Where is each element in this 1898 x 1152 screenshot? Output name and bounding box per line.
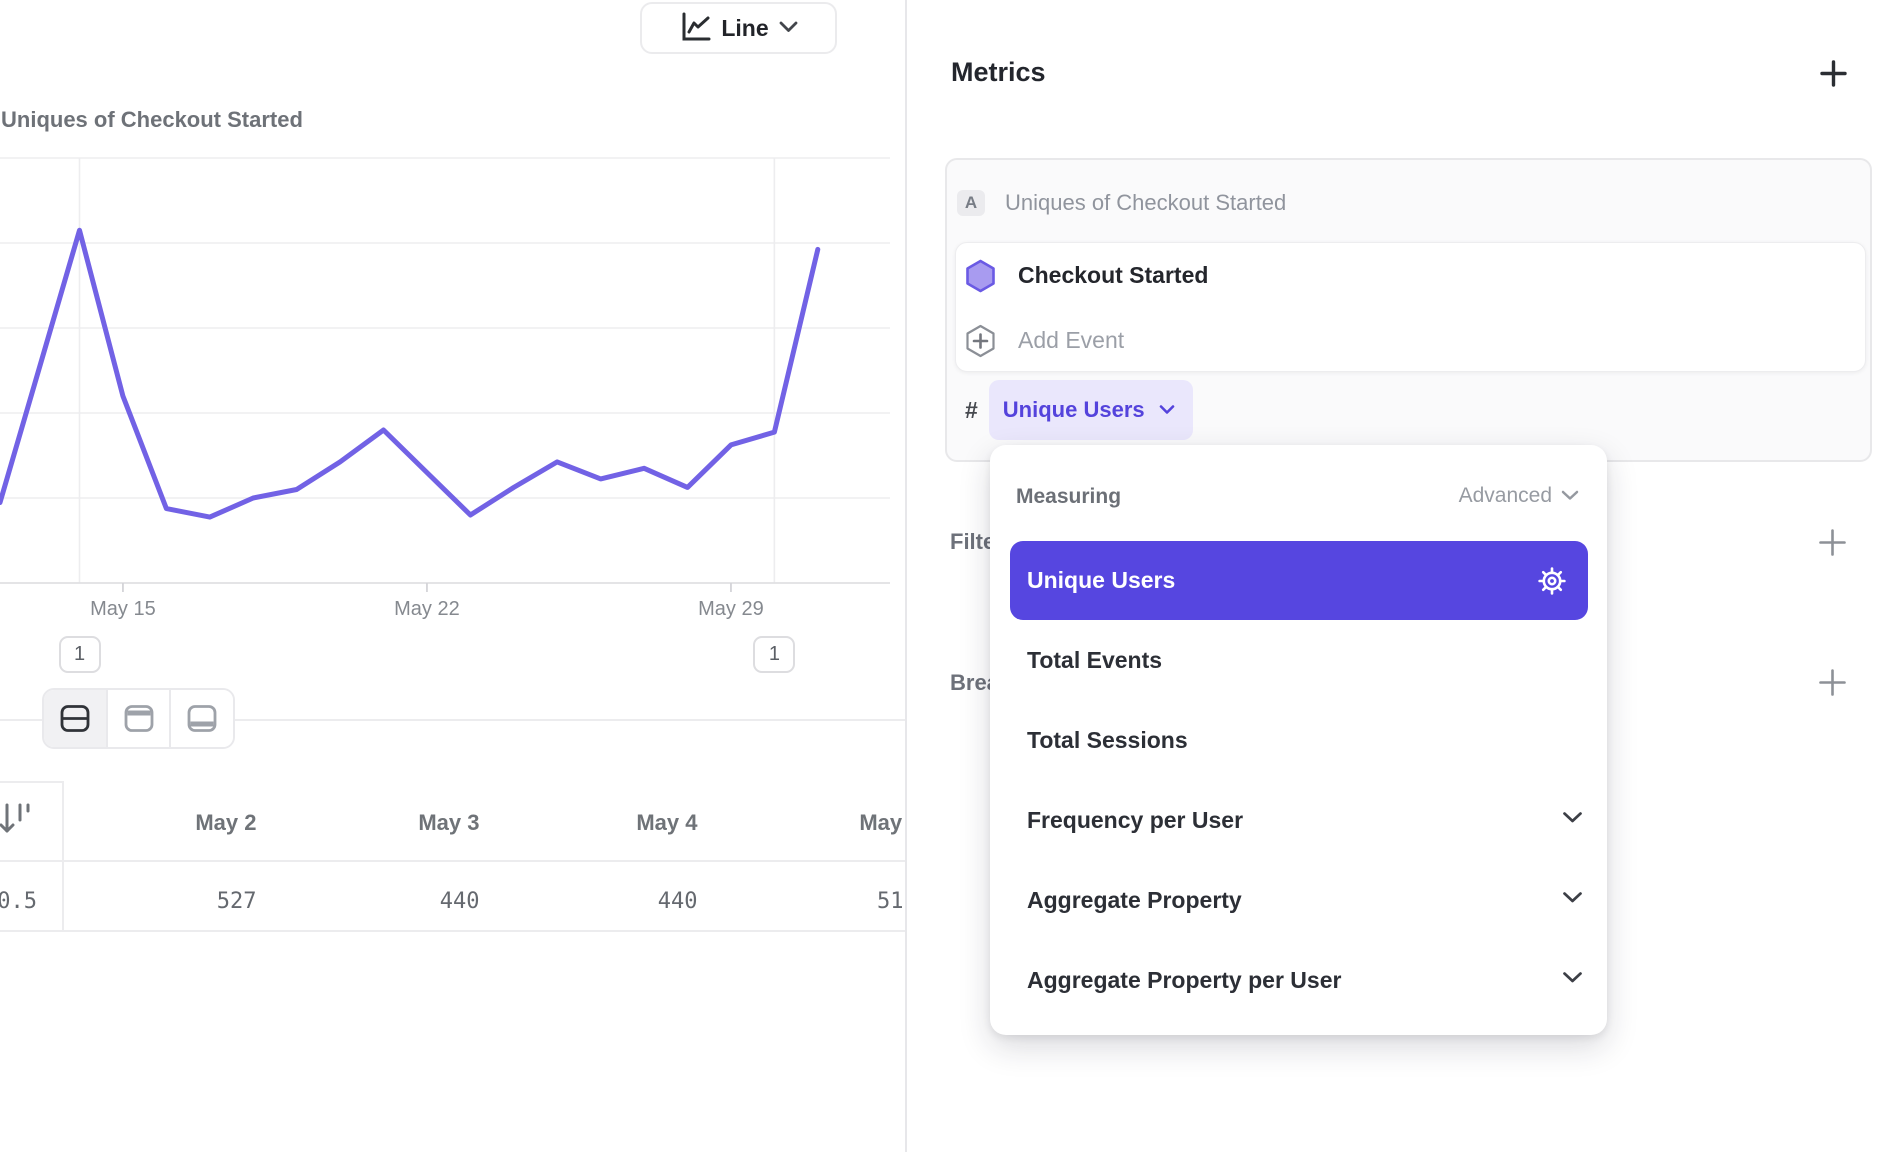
metric-header-row: A Uniques of Checkout Started <box>957 190 1286 216</box>
measure-selector-chip[interactable]: Unique Users <box>989 380 1193 440</box>
table-border <box>0 781 62 783</box>
measure-type-symbol: # <box>965 397 978 424</box>
event-name: Checkout Started <box>1018 262 1208 289</box>
menu-item-label: Unique Users <box>1027 567 1175 594</box>
metric-name: Uniques of Checkout Started <box>1005 190 1286 216</box>
gear-icon[interactable] <box>1534 563 1570 604</box>
layout-toggle-group <box>42 688 235 749</box>
event-hexagon-icon <box>965 259 1018 293</box>
table-row-border <box>0 930 905 932</box>
table-header-border <box>0 860 905 862</box>
chevron-down-icon <box>1562 811 1583 829</box>
menu-item-label: Total Events <box>1027 647 1162 674</box>
metrics-section-title: Metrics <box>951 57 1046 88</box>
annotation-badge[interactable]: 1 <box>753 636 795 673</box>
table-header-cell: May 2 <box>57 810 257 836</box>
add-event-hexagon-icon <box>965 324 1018 358</box>
measure-row: # Unique Users <box>965 380 1193 440</box>
menu-item-total-events[interactable]: Total Events <box>990 620 1607 700</box>
x-axis-tick-label: May 29 <box>686 598 776 621</box>
menu-item-frequency-per-user[interactable]: Frequency per User <box>990 780 1607 860</box>
table-value-cell: 51 <box>877 889 905 914</box>
x-axis-tick-label: May 22 <box>382 598 472 621</box>
layout-table-only-button[interactable] <box>169 690 233 747</box>
annotation-badge[interactable]: 1 <box>59 636 101 673</box>
add-breakdown-button[interactable] <box>1818 668 1847 700</box>
measuring-dropdown: Measuring Advanced Unique Users Total E <box>990 445 1607 1035</box>
add-metric-button[interactable] <box>1820 60 1847 90</box>
menu-item-unique-users[interactable]: Unique Users <box>1010 541 1588 620</box>
menu-item-aggregate-property-per-user[interactable]: Aggregate Property per User <box>990 940 1607 1020</box>
advanced-mode-label: Advanced <box>1459 484 1552 508</box>
table-value-cell: 527 <box>57 889 257 914</box>
table-row-label: 0.5 <box>0 889 37 914</box>
metric-card: A Uniques of Checkout Started Checkout S… <box>945 158 1872 462</box>
chevron-down-icon <box>1562 971 1583 989</box>
layout-chart-only-button[interactable] <box>106 690 170 747</box>
menu-item-aggregate-property[interactable]: Aggregate Property <box>990 860 1607 940</box>
table-value-cell: 440 <box>498 889 698 914</box>
add-event-row[interactable]: Add Event <box>956 308 1865 373</box>
panel-divider <box>905 0 907 1152</box>
event-card: Checkout Started Add Event <box>955 242 1866 372</box>
event-row[interactable]: Checkout Started <box>956 243 1865 308</box>
menu-item-label: Aggregate Property <box>1027 887 1242 914</box>
sort-descending-icon[interactable] <box>0 798 36 845</box>
table-value-cell: 440 <box>280 889 480 914</box>
x-axis-tick-label: May 15 <box>78 598 168 621</box>
table-header-cell: May 3 <box>280 810 480 836</box>
table-header-cell: May 4 <box>498 810 698 836</box>
menu-item-label: Total Sessions <box>1027 727 1188 754</box>
measure-selector-label: Unique Users <box>1003 397 1145 423</box>
chevron-down-icon <box>1562 891 1583 909</box>
chevron-down-icon <box>1159 403 1175 418</box>
menu-item-total-sessions[interactable]: Total Sessions <box>990 700 1607 780</box>
add-event-label: Add Event <box>1018 327 1124 354</box>
measuring-header: Measuring <box>1016 485 1121 509</box>
add-filter-button[interactable] <box>1818 528 1847 560</box>
menu-item-label: Frequency per User <box>1027 807 1243 834</box>
menu-item-label: Aggregate Property per User <box>1027 967 1341 994</box>
metric-letter-badge: A <box>957 190 985 216</box>
chart-panel: Line Uniques of Checkout Started May 15M… <box>0 0 905 1152</box>
table-header-cell: May 5 <box>721 810 906 836</box>
chevron-down-icon <box>1561 489 1579 504</box>
advanced-mode-selector[interactable]: Advanced <box>1453 483 1585 509</box>
layout-split-button[interactable] <box>44 690 106 747</box>
